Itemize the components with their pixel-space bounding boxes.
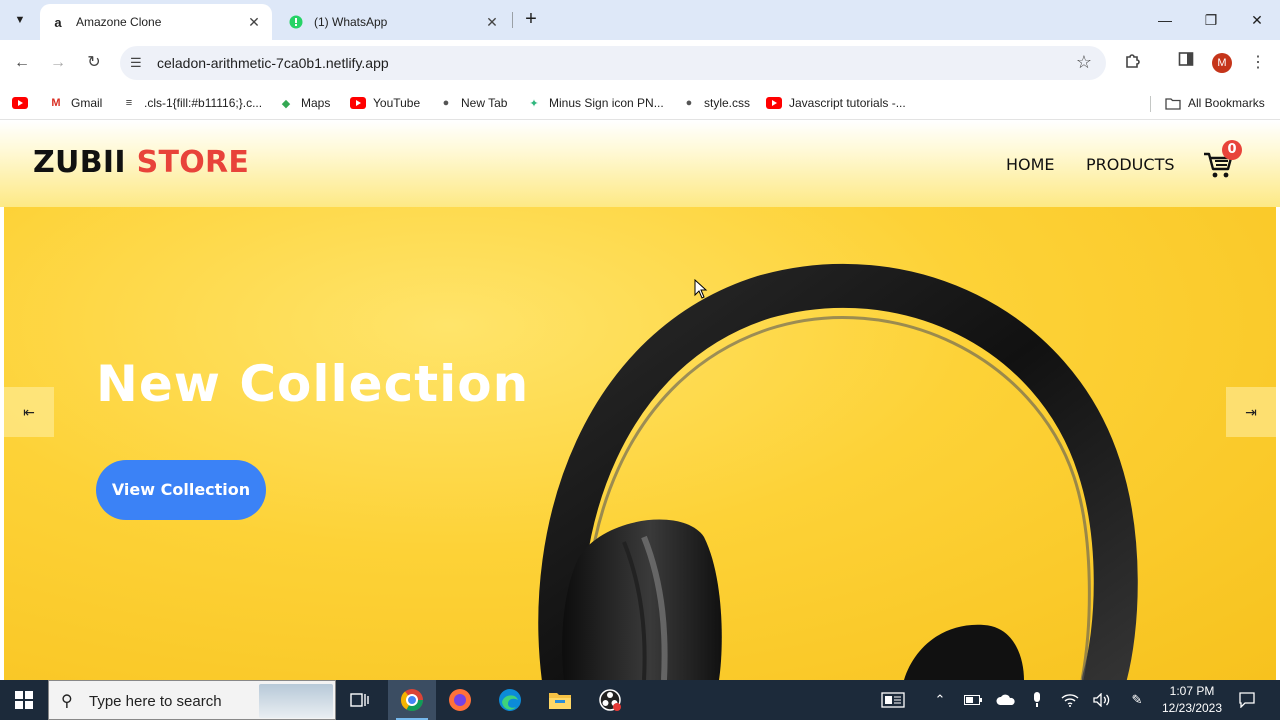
bookmark-label: Minus Sign icon PN... xyxy=(549,96,664,110)
onedrive-cloud-icon[interactable] xyxy=(992,680,1020,720)
file-explorer-taskbar-icon[interactable] xyxy=(536,680,584,720)
close-tab-icon[interactable]: ✕ xyxy=(246,14,262,31)
restore-icon[interactable]: ❐ xyxy=(1188,6,1234,34)
bookmark-js-tutorials[interactable]: Javascript tutorials -... xyxy=(766,93,906,113)
mouse-cursor-icon xyxy=(694,279,708,299)
cart-count-badge: 0 xyxy=(1222,140,1242,160)
close-tab-icon[interactable]: ✕ xyxy=(484,14,500,31)
browser-toolbar: ← → ↻ ☰ celadon-arithmetic-7ca0b1.netlif… xyxy=(0,40,1280,86)
bookmark-minus-sign[interactable]: ✦ Minus Sign icon PN... xyxy=(526,93,664,113)
youtube-icon[interactable] xyxy=(12,93,28,113)
all-bookmarks-label: All Bookmarks xyxy=(1188,96,1265,110)
close-window-icon[interactable]: ✕ xyxy=(1234,6,1280,34)
wifi-icon[interactable] xyxy=(1058,680,1082,720)
stack-icon: ≡ xyxy=(125,97,133,109)
url-text: celadon-arithmetic-7ca0b1.netlify.app xyxy=(157,55,389,71)
logo-part-1: ZUBII xyxy=(33,145,126,180)
view-collection-button[interactable]: View Collection xyxy=(96,460,266,520)
gmail-icon: M xyxy=(51,97,61,109)
chevron-up-icon[interactable]: ⌃ xyxy=(928,680,952,720)
bookmark-cls[interactable]: ≡ .cls-1{fill:#b11116;}.c... xyxy=(121,93,262,113)
all-bookmarks[interactable]: All Bookmarks xyxy=(1165,93,1265,113)
clock-date: 12/23/2023 xyxy=(1161,701,1223,715)
clock-time: 1:07 PM xyxy=(1169,684,1215,698)
logo-part-2: STORE xyxy=(136,145,250,180)
bookmark-gmail[interactable]: M Gmail xyxy=(48,93,102,113)
nav-products[interactable]: PRODUCTS xyxy=(1086,155,1175,174)
bookmark-label: Maps xyxy=(301,96,331,110)
reload-icon[interactable]: ↻ xyxy=(82,51,106,75)
site-settings-icon[interactable]: ☰ xyxy=(130,55,146,71)
headphones-image xyxy=(538,263,1138,680)
folder-icon xyxy=(1165,96,1181,110)
bookmark-star-icon[interactable]: ☆ xyxy=(1076,52,1092,73)
system-clock[interactable]: 1:07 PM 12/23/2023 xyxy=(1152,683,1232,717)
leaf-icon: ✦ xyxy=(529,97,539,110)
search-icon: ⚲ xyxy=(61,693,73,710)
bookmark-maps[interactable]: ◆ Maps xyxy=(278,93,331,113)
bookmark-label: YouTube xyxy=(373,96,421,110)
volume-icon[interactable] xyxy=(1090,680,1114,720)
browser-tab-strip: ▼ a Amazone Clone ✕ (1) WhatsApp ✕ + — ❐… xyxy=(0,0,1280,40)
address-bar[interactable]: ☰ celadon-arithmetic-7ca0b1.netlify.app … xyxy=(120,46,1106,80)
maps-icon: ◆ xyxy=(281,97,291,110)
tab-whatsapp[interactable]: (1) WhatsApp ✕ xyxy=(278,4,510,40)
nav-home[interactable]: HOME xyxy=(1006,155,1055,174)
chrome-taskbar-icon[interactable] xyxy=(388,680,436,720)
profile-avatar[interactable]: M xyxy=(1212,53,1232,73)
obs-recorder-taskbar-icon[interactable] xyxy=(586,680,634,720)
tab-title: Amazone Clone xyxy=(76,15,162,29)
back-icon[interactable]: ← xyxy=(10,51,34,75)
web-page: ZUBII STORE HOME PRODUCTS 0 New Collecti… xyxy=(0,121,1280,680)
bookmark-youtube[interactable]: YouTube xyxy=(350,93,420,113)
bookmarks-separator xyxy=(1150,96,1151,112)
bookmark-new-tab[interactable]: ● New Tab xyxy=(438,93,508,113)
menu-kebab-icon[interactable]: ⋮ xyxy=(1246,51,1270,75)
taskbar-search-placeholder: Type here to search xyxy=(89,693,222,710)
globe-icon: ● xyxy=(685,97,693,109)
taskbar-search-box[interactable]: ⚲ Type here to search xyxy=(48,680,336,720)
next-slide-arrow-icon[interactable]: ⇥ xyxy=(1226,387,1276,437)
pen-workspace-icon[interactable]: ✎ xyxy=(1124,680,1150,720)
new-tab-icon[interactable]: + xyxy=(520,9,542,31)
firefox-taskbar-icon[interactable] xyxy=(436,680,484,720)
youtube-icon xyxy=(766,96,782,110)
minimize-icon[interactable]: — xyxy=(1142,6,1188,34)
amazon-a-icon: a xyxy=(54,14,62,30)
hero-title: New Collection xyxy=(96,355,530,413)
globe-icon: ● xyxy=(442,97,450,109)
edge-taskbar-icon[interactable] xyxy=(486,680,534,720)
windows-start-icon[interactable] xyxy=(0,680,48,720)
tab-title: (1) WhatsApp xyxy=(314,15,388,29)
bookmark-style-css[interactable]: ● style.css xyxy=(681,93,750,113)
search-highlight-image xyxy=(259,684,333,718)
bookmark-label: Gmail xyxy=(71,96,103,110)
battery-icon[interactable] xyxy=(960,680,986,720)
youtube-icon xyxy=(350,96,366,110)
tab-amazone-clone[interactable]: a Amazone Clone ✕ xyxy=(40,4,272,40)
tab-separator xyxy=(512,12,513,28)
windows-taskbar: ⚲ Type here to search ⌃ ✎ 1:07 PM 12/23/ xyxy=(0,680,1280,720)
bookmark-label: Javascript tutorials -... xyxy=(789,96,906,110)
bookmark-label: .cls-1{fill:#b11116;}.c... xyxy=(144,96,263,110)
forward-icon[interactable]: → xyxy=(46,51,70,75)
side-panel-icon[interactable] xyxy=(1174,51,1198,75)
notification-center-icon[interactable] xyxy=(1234,680,1260,720)
prev-slide-arrow-icon[interactable]: ⇤ xyxy=(4,387,54,437)
bookmarks-bar: M Gmail ≡ .cls-1{fill:#b11116;}.c... ◆ M… xyxy=(0,86,1280,120)
whatsapp-icon xyxy=(288,14,304,30)
hero-slider: New Collection View Collection ⇤ ⇥ xyxy=(4,207,1276,680)
news-widget-icon[interactable] xyxy=(876,680,910,720)
microphone-icon[interactable] xyxy=(1026,680,1048,720)
site-header: ZUBII STORE HOME PRODUCTS 0 xyxy=(0,121,1280,207)
bookmark-label: New Tab xyxy=(461,96,508,110)
tab-search-dropdown-icon[interactable]: ▼ xyxy=(8,8,32,32)
site-logo[interactable]: ZUBII STORE xyxy=(33,145,249,180)
extensions-icon[interactable] xyxy=(1121,51,1145,75)
bookmark-label: style.css xyxy=(704,96,751,110)
task-view-icon[interactable] xyxy=(336,680,384,720)
